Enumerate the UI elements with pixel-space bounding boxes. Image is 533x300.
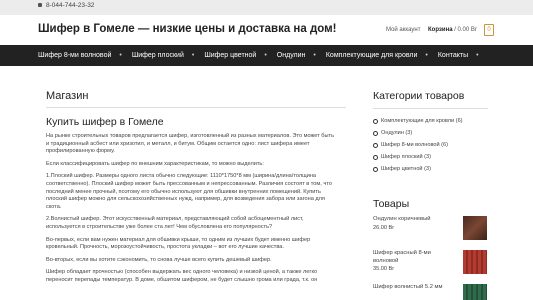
- category-label: Шифер цветной (3): [381, 166, 431, 172]
- nav-item-label: Комплектующие для кровли: [325, 52, 418, 59]
- bullet-icon: [373, 142, 378, 148]
- cart-link[interactable]: Корзина / 0.00 Br: [428, 27, 477, 33]
- phone-number[interactable]: 8-044-744-23-32: [38, 2, 94, 9]
- cart-total: / 0.00 Br: [454, 27, 477, 33]
- categories-heading: Категории товаров: [373, 90, 465, 102]
- nav-item-ondulin[interactable]: Ондулин •: [277, 45, 326, 66]
- sidebar: Категории товаров Комплектующие для кров…: [373, 90, 493, 300]
- product-name[interactable]: Шифер волнистый 5.2 мм: [373, 284, 453, 292]
- nav-separator: •: [119, 52, 122, 59]
- phone-icon: [38, 3, 42, 8]
- category-label: Шифер плоский (3): [381, 154, 431, 160]
- product-thumbnail[interactable]: [463, 216, 487, 240]
- bullet-icon: [373, 154, 378, 160]
- bullet-icon: [373, 130, 378, 136]
- cart-count: 0: [487, 27, 491, 33]
- category-list: Комплектующие для кровли (6) Ондулин (3)…: [373, 115, 493, 175]
- nav-item-label: Шифер цветной: [204, 52, 257, 59]
- nav-item-label: Ондулин: [276, 52, 306, 59]
- site-title[interactable]: Шифер в Гомеле — низкие цены и доставка …: [38, 23, 336, 35]
- nav-separator: •: [425, 52, 428, 59]
- category-item[interactable]: Шифер плоский (3): [373, 151, 493, 163]
- phone-text: 8-044-744-23-32: [46, 2, 95, 9]
- divider: [373, 108, 488, 109]
- category-item[interactable]: Шифер цветной (3): [373, 163, 493, 175]
- nav-item-label: Шифер плоский: [131, 52, 184, 59]
- paragraph: Шифер обладает прочностью (способен выде…: [46, 269, 318, 283]
- product-name[interactable]: Ондулин коричневый: [373, 216, 453, 224]
- nav-separator: •: [191, 52, 195, 59]
- bullet-icon: [373, 166, 378, 172]
- page-title: Купить шифер в Гомеле: [46, 116, 164, 128]
- paragraph: Если классифицировать шифер по внешним х…: [46, 160, 264, 167]
- cart-bag-icon[interactable]: 0: [484, 24, 494, 36]
- paragraph: 2.Волнистый шифер. Этот искусственный ма…: [46, 216, 304, 230]
- nav-separator: •: [264, 52, 267, 59]
- bullet-icon: [373, 118, 378, 124]
- product-thumbnail[interactable]: [463, 250, 487, 274]
- nav-item-contacts[interactable]: Контакты •: [438, 45, 489, 66]
- divider: [46, 107, 346, 108]
- product-thumbnail[interactable]: [463, 284, 487, 300]
- paragraph: На рынке строительных товаров предлагает…: [46, 133, 334, 155]
- nav-item-roof-parts[interactable]: Комплектующие для кровли •: [326, 45, 438, 66]
- nav-item-shifer-8[interactable]: Шифер 8-ми волновой •: [38, 45, 132, 66]
- top-bar: 8-044-744-23-32: [0, 0, 533, 15]
- site-header: Шифер в Гомеле — низкие цены и доставка …: [0, 15, 533, 45]
- nav-separator: •: [476, 52, 479, 59]
- category-label: Комплектующие для кровли (6): [381, 118, 463, 124]
- paragraph: Во-вторых, если вы хотите сэкономить, то…: [46, 256, 272, 263]
- nav-item-label: Шифер 8-ми волновой: [38, 52, 112, 59]
- nav-item-label: Контакты: [437, 52, 469, 59]
- product-item[interactable]: Шифер волнистый 5.2 мм: [373, 284, 493, 300]
- main-content: Магазин Купить шифер в Гомеле На рынке с…: [46, 90, 346, 285]
- paragraph: Во-первых, если вам нужен материал для о…: [46, 236, 311, 251]
- cart-label: Корзина: [428, 27, 453, 33]
- category-item[interactable]: Шифер 8-ми волновой (6): [373, 139, 493, 151]
- product-item[interactable]: Шифер красный 8-ми волновой 35.00 Br: [373, 250, 493, 278]
- account-link[interactable]: Мой аккаунт: [386, 27, 420, 33]
- product-item[interactable]: Ондулин коричневый 26.00 Br: [373, 216, 493, 244]
- main-nav: Шифер 8-ми волновой • Шифер плоский • Шифе…: [0, 45, 533, 66]
- shop-heading: Магазин: [46, 90, 89, 102]
- nav-item-shifer-flat[interactable]: Шифер плоский •: [132, 45, 205, 66]
- nav-item-shifer-color[interactable]: Шифер цветной •: [204, 45, 276, 66]
- paragraph: 1.Плоский шифер. Размеры одного листа об…: [46, 173, 332, 210]
- products-heading: Товары: [373, 198, 410, 210]
- category-item[interactable]: Ондулин (3): [373, 127, 493, 139]
- product-name[interactable]: Шифер красный 8-ми волновой: [373, 250, 453, 265]
- nav-separator: •: [313, 52, 316, 59]
- category-item[interactable]: Комплектующие для кровли (6): [373, 115, 493, 127]
- category-label: Ондулин (3): [381, 130, 413, 136]
- category-label: Шифер 8-ми волновой (6): [381, 142, 449, 148]
